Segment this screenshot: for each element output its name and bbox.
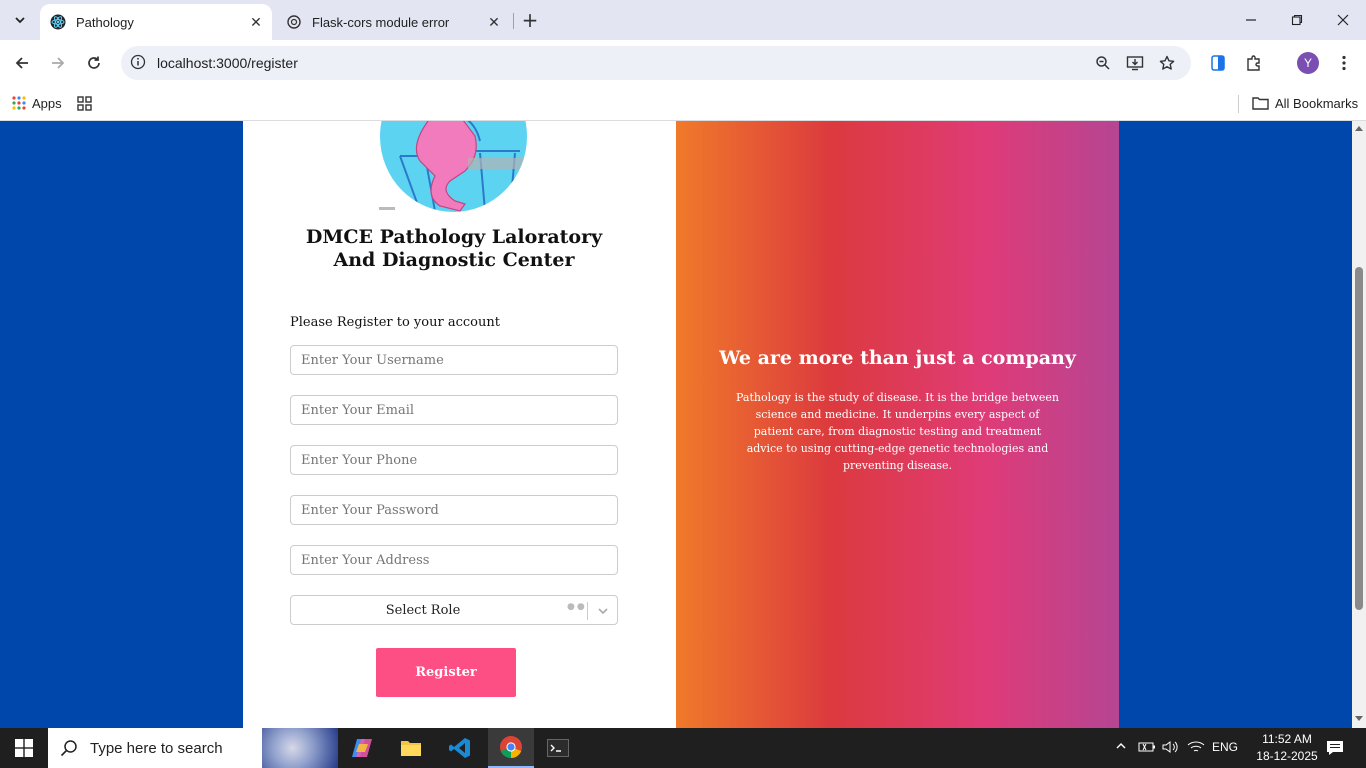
page-scrollbar[interactable]	[1352, 121, 1366, 728]
windows-logo-icon	[15, 739, 33, 757]
clock-date: 18-12-2025	[1256, 749, 1318, 763]
folder-icon	[401, 741, 421, 756]
reload-icon	[88, 56, 100, 69]
apps-bookmark[interactable]: Apps	[12, 93, 62, 113]
plus-icon: +	[521, 8, 539, 32]
register-button[interactable]: Register	[376, 648, 516, 697]
copilot-app[interactable]	[342, 728, 382, 768]
vscode-icon	[449, 738, 470, 758]
battery-icon[interactable]	[1138, 740, 1156, 757]
promo-body: Pathology is the study of disease. It is…	[736, 391, 1060, 472]
tab-title: Flask-cors module error	[312, 14, 450, 30]
volume-icon[interactable]	[1162, 740, 1180, 757]
system-clock[interactable]: 11:52 AM 18-12-2025	[1252, 731, 1322, 765]
promo-panel: We are more than just a company Patholog…	[676, 121, 1119, 728]
brand-title: DMCE Pathology Laloratory And Diagnostic…	[305, 226, 603, 271]
scrollbar-thumb[interactable]	[1355, 267, 1363, 610]
extensions-puzzle-icon[interactable]	[1242, 51, 1266, 75]
logo-underline	[379, 207, 395, 210]
arrow-left-icon	[15, 57, 28, 69]
close-tab-icon[interactable]: ✕	[246, 12, 266, 32]
tab-title: Pathology	[76, 14, 134, 30]
reload-button[interactable]	[80, 49, 108, 77]
close-window-button[interactable]	[1320, 0, 1366, 40]
vscode-app[interactable]	[440, 728, 480, 768]
notification-center[interactable]	[1320, 728, 1350, 768]
scroll-up-icon[interactable]	[1355, 124, 1363, 132]
start-button[interactable]	[0, 728, 48, 768]
chrome-icon	[500, 736, 522, 758]
notification-icon	[1327, 741, 1343, 755]
search-highlight-icon	[262, 728, 338, 768]
scroll-down-icon[interactable]	[1355, 715, 1363, 723]
wifi-icon[interactable]	[1187, 740, 1205, 757]
chevron-down-icon	[15, 17, 25, 24]
all-bookmarks-button[interactable]: All Bookmarks	[1252, 93, 1358, 113]
show-hidden-icons[interactable]	[1115, 740, 1127, 755]
tab-search-button[interactable]	[7, 7, 33, 33]
profile-avatar[interactable]: Y	[1297, 52, 1319, 74]
install-app-icon[interactable]	[1125, 53, 1145, 73]
minimize-button[interactable]	[1228, 0, 1274, 40]
grid-icon	[77, 95, 92, 111]
tab-separator	[513, 13, 514, 29]
password-input[interactable]	[290, 495, 618, 525]
page-viewport: DMCE Pathology Laloratory And Diagnostic…	[0, 121, 1352, 728]
language-indicator[interactable]: ENG	[1212, 740, 1238, 754]
role-select[interactable]: Select Role ●●	[290, 595, 618, 625]
bookmark-star-icon[interactable]	[1157, 53, 1177, 73]
bookmarks-bar: Apps All Bookmarks	[0, 86, 1366, 121]
address-bar[interactable]: localhost:3000/register	[121, 46, 1191, 80]
bookmark-divider	[1238, 95, 1239, 113]
role-select-value: Select Role	[385, 603, 461, 618]
apps-grid-icon	[12, 96, 26, 110]
menu-kebab-icon[interactable]	[1332, 51, 1356, 75]
close-tab-icon[interactable]: ✕	[484, 12, 504, 32]
arrow-right-icon	[52, 57, 65, 69]
search-placeholder: Type here to search	[90, 739, 223, 757]
search-icon	[60, 740, 77, 757]
terminal-icon	[547, 739, 569, 757]
restore-icon	[1291, 14, 1303, 26]
back-button[interactable]	[8, 49, 36, 77]
form-subtitle: Please Register to your account	[290, 315, 500, 330]
tab-groups-button[interactable]	[77, 93, 92, 113]
folder-icon	[1252, 97, 1269, 110]
tab-flask-cors[interactable]: Flask-cors module error ✕	[276, 4, 510, 40]
restore-button[interactable]	[1274, 0, 1320, 40]
all-bookmarks-label: All Bookmarks	[1275, 95, 1359, 111]
chatgpt-icon	[286, 14, 302, 30]
url-text[interactable]: localhost:3000/register	[157, 55, 298, 71]
logo-illustration	[380, 121, 527, 212]
file-explorer-app[interactable]	[391, 728, 431, 768]
reading-list-icon[interactable]	[1206, 51, 1230, 75]
address-input[interactable]	[290, 545, 618, 575]
minimize-icon	[1246, 19, 1256, 21]
react-icon	[50, 14, 66, 30]
chevron-up-icon	[1116, 743, 1126, 749]
forward-button[interactable]	[44, 49, 72, 77]
windows-taskbar: Type here to search ENG 11:52 AM 18-12-2…	[0, 728, 1366, 768]
select-separator	[587, 602, 588, 620]
terminal-app[interactable]	[538, 728, 578, 768]
copilot-icon	[352, 739, 372, 757]
tab-strip: Pathology ✕ Flask-cors module error ✕ +	[0, 0, 1366, 40]
username-input[interactable]	[290, 345, 618, 375]
email-input[interactable]	[290, 395, 618, 425]
loading-dots-icon: ●●	[567, 602, 587, 612]
taskbar-search[interactable]: Type here to search	[48, 728, 338, 768]
new-tab-button[interactable]: +	[518, 8, 542, 32]
apps-label: Apps	[32, 95, 62, 111]
promo-heading: We are more than just a company	[719, 347, 1076, 369]
phone-input[interactable]	[290, 445, 618, 475]
chevron-down-icon[interactable]	[595, 603, 611, 619]
register-panel: DMCE Pathology Laloratory And Diagnostic…	[243, 121, 676, 728]
clock-time: 11:52 AM	[1262, 732, 1312, 746]
site-info-icon[interactable]	[130, 54, 146, 74]
zoom-icon[interactable]	[1093, 53, 1113, 73]
chrome-app[interactable]	[488, 728, 534, 768]
tab-pathology[interactable]: Pathology ✕	[40, 4, 272, 40]
close-icon	[1337, 14, 1349, 26]
